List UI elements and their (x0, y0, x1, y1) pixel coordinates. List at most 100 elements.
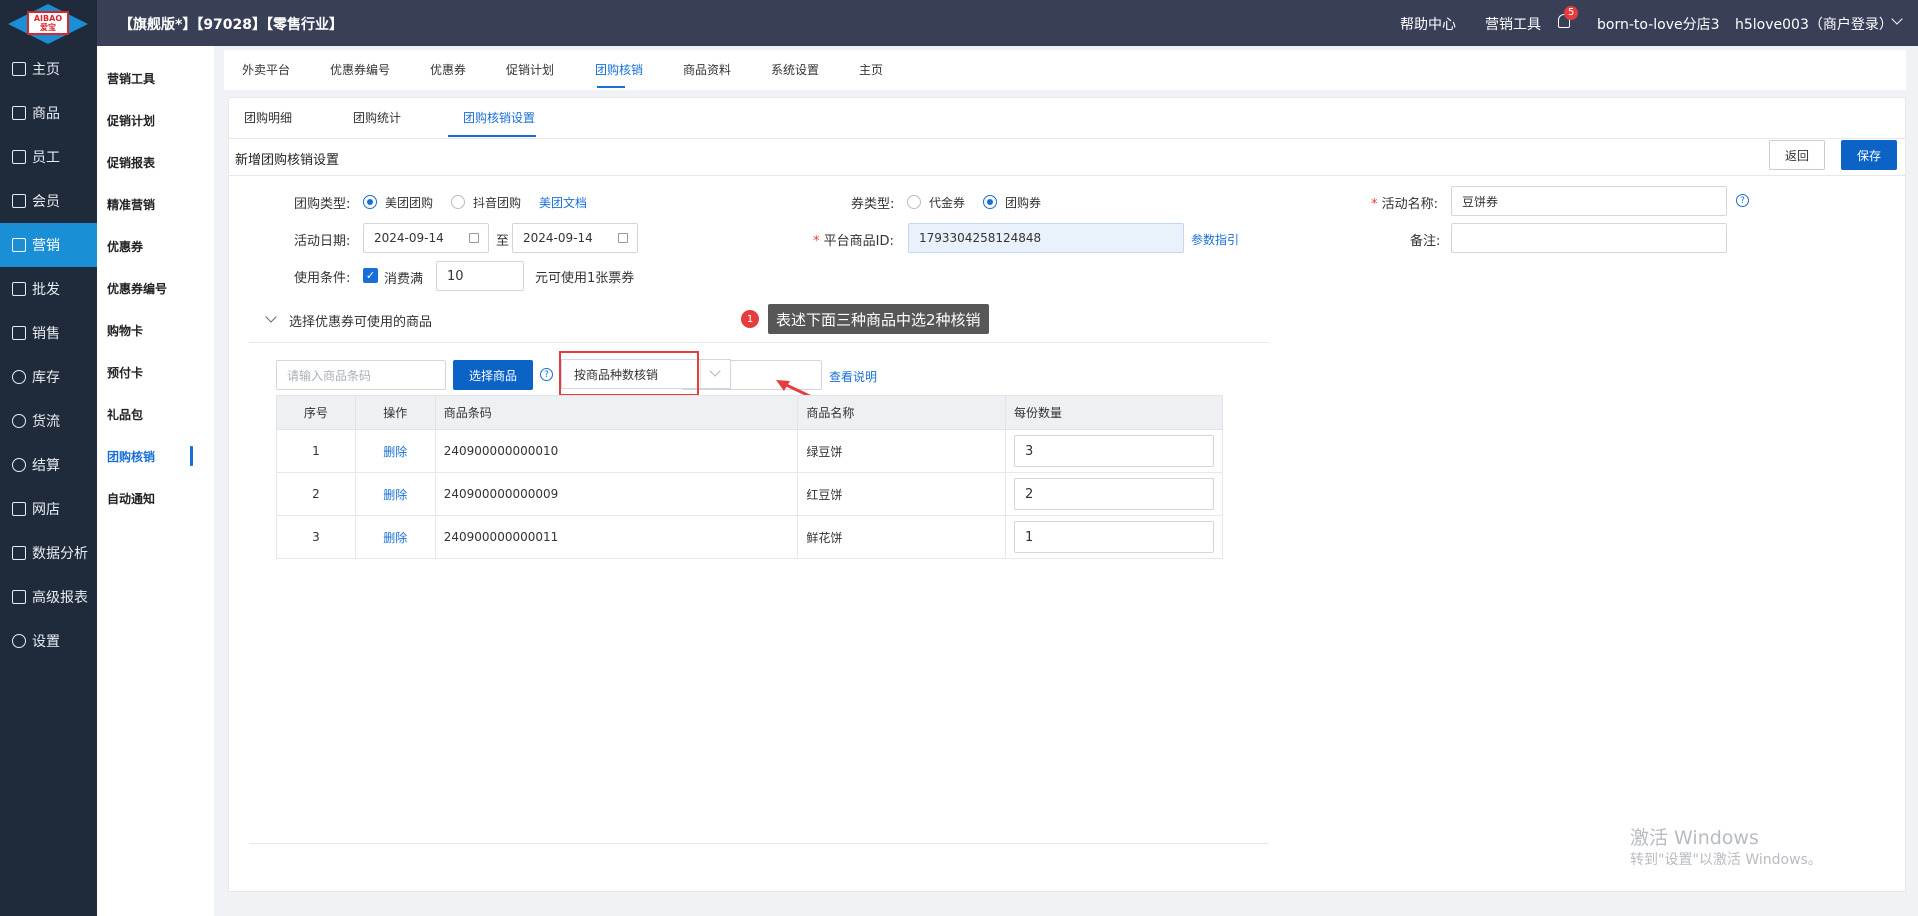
table-header-row: 序号 操作 商品条码 商品名称 每份数量 (276, 395, 1224, 430)
radio-meituan[interactable] (363, 195, 377, 209)
sub-nav-item[interactable]: 优惠券 (107, 238, 143, 255)
tab-home[interactable]: 主页 (859, 61, 883, 78)
usage-checkbox-label[interactable]: 消费满 (384, 268, 423, 287)
nav-item-wholesale[interactable]: 批发 (0, 267, 97, 311)
goods-section-title[interactable]: 选择优惠券可使用的商品 (289, 311, 432, 330)
sub-nav-item[interactable]: 自动通知 (107, 490, 155, 507)
nav-item-sales[interactable]: 销售 (0, 311, 97, 355)
nav-item-inventory[interactable]: 库存 (0, 355, 97, 399)
radio-meituan-label[interactable]: 美团团购 (385, 194, 433, 211)
help-icon[interactable]: ? (1736, 194, 1749, 207)
sub-nav-item-active[interactable]: 团购核销 (107, 448, 155, 465)
tab-goods-data[interactable]: 商品资料 (683, 61, 731, 78)
divider (229, 138, 1905, 139)
calendar-icon[interactable] (618, 233, 628, 243)
tab-takeout[interactable]: 外卖平台 (242, 61, 290, 78)
home-icon (12, 62, 26, 76)
nav-item-staff[interactable]: 员工 (0, 135, 97, 179)
remark-input[interactable] (1451, 223, 1727, 253)
select-goods-button[interactable]: 选择商品 (453, 360, 533, 390)
nav-item-marketing[interactable]: 营销 (0, 223, 97, 267)
col-header-barcode: 商品条码 (434, 395, 799, 430)
nav-item-settings[interactable]: 设置 (0, 619, 97, 663)
top-header: 【旗舰版*】【97028】【零售行业】 帮助中心 营销工具 5 born-to-… (97, 0, 1918, 46)
radio-cash-coupon-label[interactable]: 代金券 (929, 194, 965, 211)
qty-input[interactable]: 2 (1013, 478, 1214, 510)
windows-watermark-title: 激活 Windows (1630, 827, 1759, 849)
sub-nav-item[interactable]: 精准营销 (107, 196, 155, 213)
subtab-stats[interactable]: 团购统计 (353, 109, 401, 126)
row-no: 2 (276, 472, 356, 516)
help-center-link[interactable]: 帮助中心 (1400, 14, 1456, 34)
tab-underline (597, 86, 625, 88)
col-header-qty: 每份数量 (1004, 395, 1224, 430)
divider (229, 175, 1905, 176)
save-button[interactable]: 保存 (1841, 140, 1897, 170)
subtab-settings[interactable]: 团购核销设置 (463, 109, 535, 126)
tab-system-settings[interactable]: 系统设置 (771, 61, 819, 78)
delete-link[interactable]: 删除 (354, 472, 436, 516)
tab-coupon-code[interactable]: 优惠券编号 (330, 61, 390, 78)
analytics-icon (12, 546, 26, 560)
group-type-label: 团购类型: (294, 197, 351, 212)
qty-input[interactable]: 1 (1013, 521, 1214, 553)
sub-nav-item[interactable]: 营销工具 (107, 70, 155, 87)
store-name[interactable]: born-to-love分店3 (1597, 14, 1720, 34)
nav-label: 销售 (32, 326, 60, 342)
nav-item-report[interactable]: 高级报表 (0, 575, 97, 619)
usage-amount-input[interactable]: 10 (436, 261, 524, 291)
row-qty-cell: 3 (1004, 429, 1224, 473)
sub-nav-item[interactable]: 购物卡 (107, 322, 143, 339)
collapse-chevron-icon[interactable] (265, 311, 277, 323)
goods-icon (12, 106, 26, 120)
col-header-no: 序号 (276, 395, 356, 430)
tab-promo-plan[interactable]: 促销计划 (506, 61, 554, 78)
sub-nav-item[interactable]: 优惠券编号 (107, 280, 167, 297)
radio-group-coupon[interactable] (983, 195, 997, 209)
nav-item-home[interactable]: 主页 (0, 47, 97, 91)
sub-nav-item[interactable]: 促销计划 (107, 112, 155, 129)
report-icon (12, 590, 26, 604)
nav-item-member[interactable]: 会员 (0, 179, 97, 223)
radio-douyin-label[interactable]: 抖音团购 (473, 194, 521, 211)
meituan-doc-link[interactable]: 美团文档 (539, 194, 587, 211)
barcode-input[interactable]: 请输入商品条码 (276, 360, 446, 390)
sub-nav-item[interactable]: 促销报表 (107, 154, 155, 171)
calendar-icon[interactable] (469, 233, 479, 243)
param-guide-link[interactable]: 参数指引 (1191, 231, 1239, 248)
nav-item-analytics[interactable]: 数据分析 (0, 531, 97, 575)
activity-name-input[interactable]: 豆饼券 (1451, 186, 1727, 216)
chevron-down-icon[interactable] (1891, 13, 1903, 25)
delete-link[interactable]: 删除 (354, 429, 436, 473)
marketing-tools-link[interactable]: 营销工具 (1485, 14, 1541, 34)
row-barcode: 240900000000009 (434, 472, 799, 516)
required-mark: * (1371, 197, 1382, 212)
back-button[interactable]: 返回 (1769, 140, 1825, 170)
view-description-link[interactable]: 查看说明 (829, 368, 877, 385)
highlight-box (559, 351, 699, 396)
radio-cash-coupon[interactable] (907, 195, 921, 209)
tab-group-verify[interactable]: 团购核销 (595, 61, 643, 78)
delete-link[interactable]: 删除 (354, 515, 436, 559)
qty-input[interactable]: 3 (1013, 435, 1214, 467)
radio-douyin[interactable] (451, 195, 465, 209)
subtab-detail[interactable]: 团购明细 (244, 109, 292, 126)
sub-nav-item[interactable]: 预付卡 (107, 364, 143, 381)
tab-coupon[interactable]: 优惠券 (430, 61, 466, 78)
platform-goods-id-input[interactable]: 1793304258124848 (908, 223, 1184, 253)
settlement-icon (12, 458, 26, 472)
sub-nav-item[interactable]: 礼品包 (107, 406, 143, 423)
radio-group-coupon-label[interactable]: 团购券 (1005, 194, 1041, 211)
app-title: 【旗舰版*】【97028】【零售行业】 (119, 17, 344, 33)
divider (249, 342, 1269, 343)
nav-item-logistics[interactable]: 货流 (0, 399, 97, 443)
nav-label: 高级报表 (32, 590, 88, 606)
section-title: 新增团购核销设置 (235, 153, 340, 168)
nav-item-webstore[interactable]: 网店 (0, 487, 97, 531)
nav-item-settlement[interactable]: 结算 (0, 443, 97, 487)
usage-checkbox[interactable]: ✓ (363, 268, 378, 283)
help-icon[interactable]: ? (540, 368, 553, 381)
nav-item-goods[interactable]: 商品 (0, 91, 97, 135)
account-menu[interactable]: h5love003（商户登录） (1735, 14, 1893, 34)
row-name: 鲜花饼 (797, 515, 1006, 559)
